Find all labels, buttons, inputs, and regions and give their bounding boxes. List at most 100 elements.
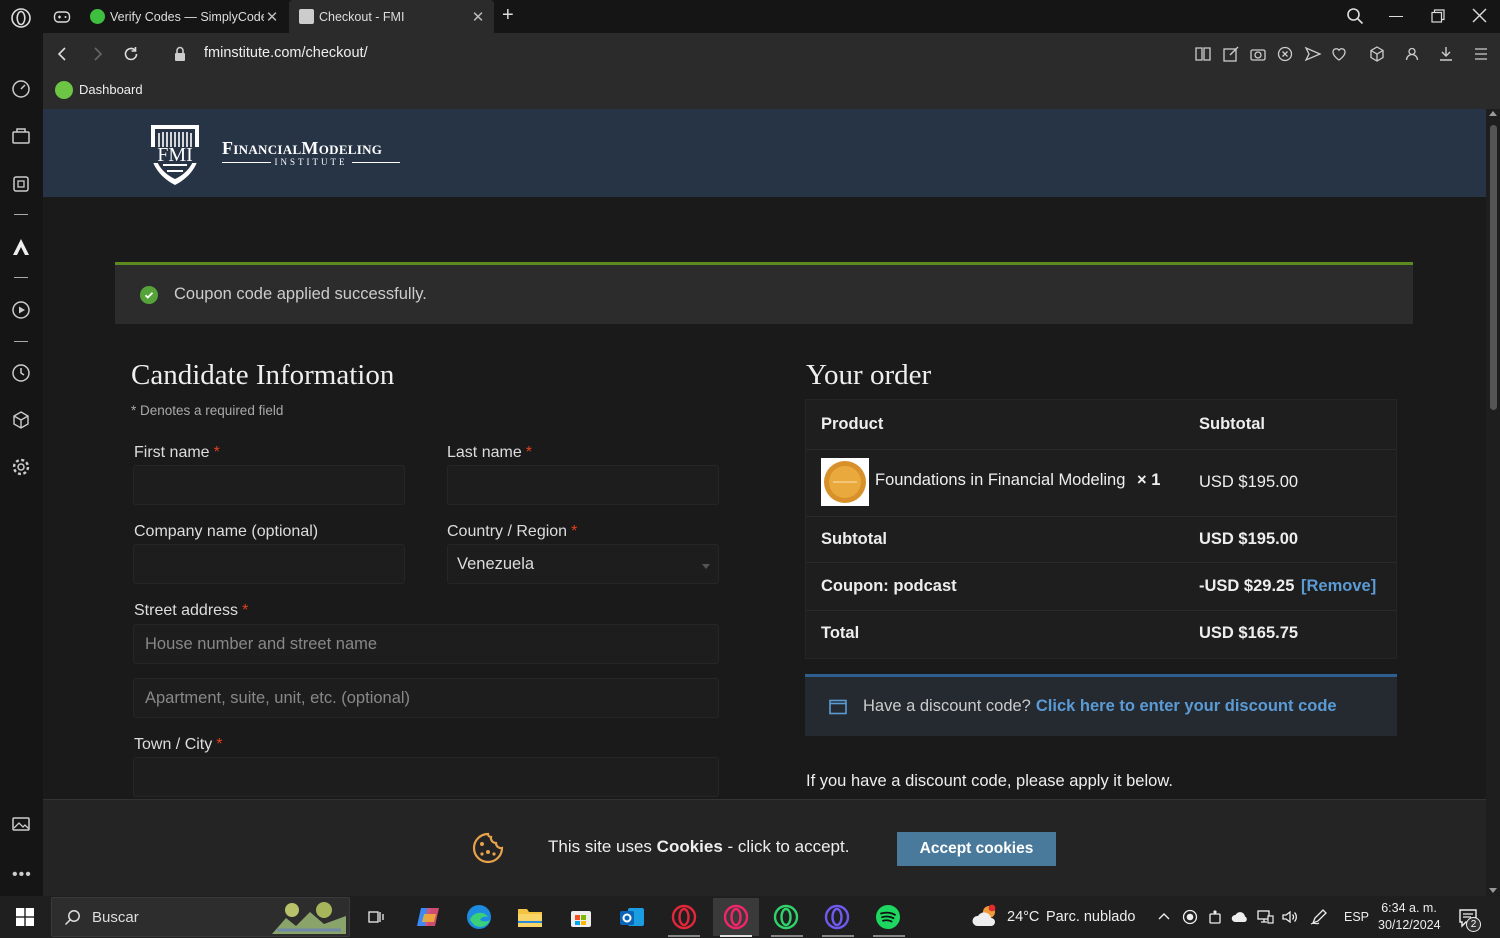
download-icon[interactable] [1436, 44, 1456, 64]
weather-cloud-icon[interactable] [972, 904, 1000, 930]
taskbar-search-box[interactable]: Buscar [51, 897, 350, 937]
scroll-up-icon[interactable] [1489, 111, 1497, 116]
settings-gear-icon[interactable] [11, 457, 31, 477]
cookie-text-b: Cookies [656, 837, 723, 856]
edge-icon[interactable] [462, 900, 496, 934]
address-bar-row: fminstitute.com/checkout/ [43, 33, 1500, 75]
reader-mode-icon[interactable] [1193, 44, 1213, 64]
extensions-icon[interactable] [11, 174, 31, 194]
first-name-label: First name * [134, 444, 220, 462]
windows-start-icon[interactable] [16, 908, 34, 926]
chevron-up-icon[interactable] [1157, 909, 1171, 923]
country-select[interactable]: Venezuela [447, 544, 719, 584]
player-icon[interactable] [11, 300, 31, 320]
copilot-icon[interactable] [411, 900, 445, 934]
gamepad-icon[interactable] [53, 9, 71, 25]
profile-icon[interactable] [1402, 44, 1422, 64]
bookmarks-bar: Dashboard [43, 75, 1500, 109]
bookmark-heart-icon[interactable] [1329, 44, 1349, 64]
close-tab-icon[interactable]: ✕ [264, 8, 280, 26]
dashboard-favicon-icon [55, 81, 73, 99]
task-view-icon[interactable] [359, 900, 393, 934]
package-icon[interactable] [11, 410, 31, 430]
total-label: Total [821, 624, 860, 642]
workspaces-icon[interactable] [11, 126, 31, 146]
company-input[interactable] [133, 544, 405, 584]
ad-blocker-icon[interactable] [1275, 44, 1295, 64]
snapshot-camera-icon[interactable] [1248, 44, 1268, 64]
cookie-text-a: This site uses [548, 837, 652, 856]
running-indicator [771, 935, 803, 937]
send-icon[interactable] [1303, 44, 1323, 64]
running-indicator [720, 935, 752, 937]
microsoft-store-icon[interactable] [564, 900, 598, 934]
product-thumbnail [821, 458, 869, 506]
record-icon[interactable] [1182, 909, 1198, 925]
accept-cookies-button[interactable]: Accept cookies [897, 832, 1056, 866]
remove-coupon-link[interactable]: [Remove] [1301, 577, 1376, 596]
network-icon[interactable] [1256, 909, 1274, 925]
speed-dial-icon[interactable] [11, 79, 31, 99]
aria-icon[interactable] [11, 237, 31, 257]
first-name-input[interactable] [133, 465, 405, 505]
tab-checkout[interactable]: Checkout - FMI ✕ [289, 0, 494, 33]
coupon-value: -USD $29.25 [1199, 577, 1295, 595]
country-label: Country / Region * [447, 523, 577, 541]
onedrive-cloud-icon[interactable] [1231, 910, 1249, 924]
history-icon[interactable] [11, 363, 31, 383]
input-language[interactable]: ESP [1344, 910, 1369, 924]
fmi-favicon-icon [299, 9, 314, 24]
pen-ink-icon[interactable] [1310, 909, 1328, 925]
file-explorer-icon[interactable] [513, 900, 547, 934]
city-label-text: Town / City [134, 736, 213, 753]
discount-link[interactable]: Click here to enter your discount code [1036, 697, 1337, 716]
required-note: * Denotes a required field [131, 403, 284, 418]
more-options-icon[interactable]: ••• [12, 866, 32, 884]
gallery-icon[interactable] [11, 814, 31, 834]
page-scrollbar[interactable] [1486, 109, 1500, 896]
clock[interactable]: 6:34 a. m. 30/12/2024 [1378, 900, 1441, 934]
search-tabs-icon[interactable] [1346, 7, 1364, 25]
restore-icon[interactable] [1431, 9, 1445, 23]
easy-setup-menu-icon[interactable] [1471, 44, 1491, 64]
forward-icon[interactable] [87, 44, 107, 64]
close-tab-icon[interactable]: ✕ [470, 8, 486, 26]
opera-gx-active-icon[interactable] [713, 898, 759, 936]
city-input[interactable] [133, 757, 719, 797]
meet-now-icon[interactable] [1207, 909, 1223, 925]
extensions-cube-icon[interactable] [1367, 44, 1387, 64]
minimize-icon[interactable] [1389, 16, 1403, 17]
order-heading: Your order [806, 359, 932, 391]
scroll-down-icon[interactable] [1489, 888, 1497, 893]
bookmark-dashboard[interactable]: Dashboard [79, 82, 143, 97]
share-edit-icon[interactable] [1221, 44, 1241, 64]
opera-logo-icon[interactable] [10, 7, 32, 29]
tab-title: Verify Codes — SimplyCodes [110, 9, 264, 24]
volume-icon[interactable] [1281, 909, 1299, 925]
discount-note: If you have a discount code, please appl… [806, 772, 1173, 790]
spotify-icon[interactable] [871, 900, 905, 934]
street-address-input[interactable]: House number and street name [133, 624, 719, 664]
last-name-input[interactable] [447, 465, 719, 505]
new-tab-button[interactable]: + [502, 4, 514, 27]
reload-icon[interactable] [121, 44, 141, 64]
required-asterisk: * [216, 736, 223, 753]
opera-icon[interactable] [667, 900, 701, 934]
scrollbar-thumb[interactable] [1490, 125, 1497, 410]
outlook-icon[interactable] [615, 900, 649, 934]
running-indicator [822, 935, 854, 937]
search-placeholder: Buscar [92, 909, 139, 926]
tab-simplycodes[interactable]: Verify Codes — SimplyCodes ✕ [80, 0, 288, 33]
opera-purple-icon[interactable] [820, 900, 854, 934]
opera-green-icon[interactable] [769, 900, 803, 934]
address-input[interactable]: fminstitute.com/checkout/ [204, 45, 368, 61]
fmi-shield-logo[interactable]: FMI [139, 119, 211, 187]
street-address-2-input[interactable]: Apartment, suite, unit, etc. (optional) [133, 678, 719, 718]
cookie-text-c: - click to accept. [727, 837, 850, 856]
back-icon[interactable] [53, 44, 73, 64]
lock-icon[interactable] [170, 44, 190, 64]
last-name-label: Last name * [447, 444, 532, 462]
window-icon [829, 699, 847, 715]
close-window-icon[interactable] [1472, 8, 1487, 23]
total-value: USD $165.75 [1199, 624, 1299, 642]
